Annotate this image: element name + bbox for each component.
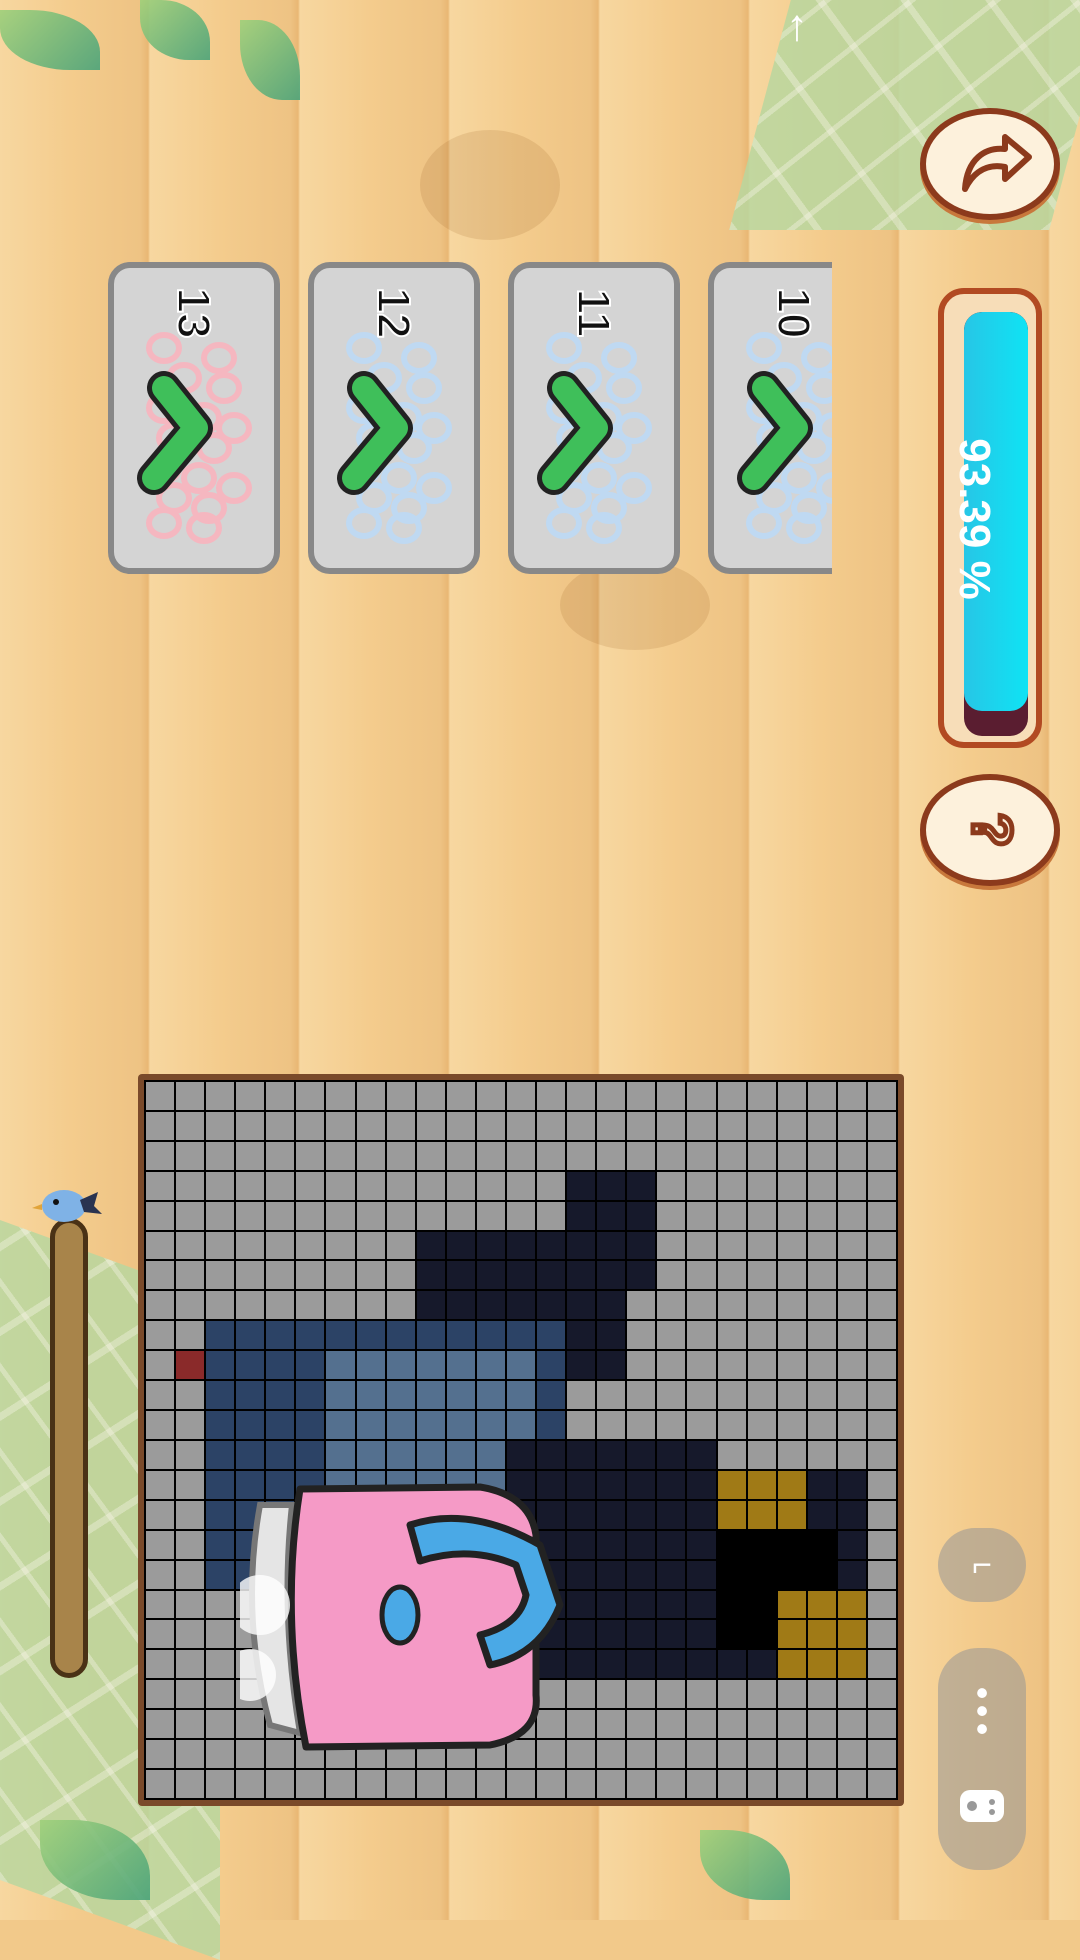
question-icon: ? xyxy=(959,810,1027,849)
bead-pattern-icon xyxy=(337,332,452,544)
bird-icon xyxy=(32,1190,102,1222)
bead-pattern-icon xyxy=(537,332,652,544)
bead-pattern-icon xyxy=(137,332,252,544)
level-card[interactable]: 11 xyxy=(508,262,680,574)
level-card[interactable]: 13 xyxy=(108,262,280,574)
leaf-shadow xyxy=(420,130,560,240)
heat-slider[interactable] xyxy=(50,1218,88,1678)
system-menu: • • • xyxy=(938,1648,1026,1870)
iron-icon[interactable] xyxy=(240,1465,580,1765)
level-card[interactable]: 12 xyxy=(308,262,480,574)
more-dots-icon[interactable]: • • • xyxy=(968,1675,996,1747)
progress-bar: 93.39 % xyxy=(938,288,1042,748)
bead-pattern-icon xyxy=(737,332,832,544)
svg-text:?: ? xyxy=(961,813,1024,847)
level-card[interactable]: 10 xyxy=(708,262,832,574)
help-button[interactable]: ? xyxy=(920,774,1060,886)
share-button[interactable] xyxy=(920,108,1060,220)
arrow-up-icon[interactable]: ↑ xyxy=(775,4,819,48)
minimize-icon: ⌐ xyxy=(972,1545,992,1584)
gamepad-icon[interactable] xyxy=(956,1780,1008,1832)
progress-text: 93.39 % xyxy=(950,438,999,600)
minimize-button[interactable]: ⌐ xyxy=(938,1528,1026,1602)
share-arrow-icon xyxy=(962,134,1032,192)
